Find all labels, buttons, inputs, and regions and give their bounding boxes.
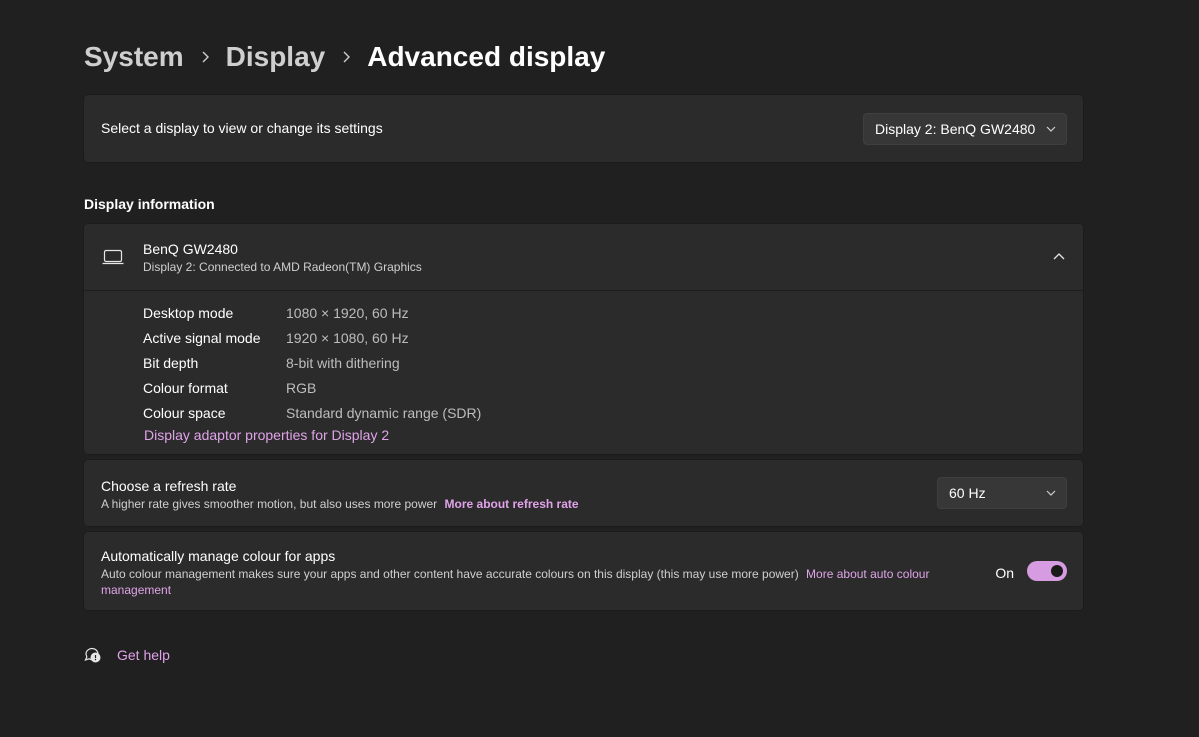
- laptop-icon: [102, 249, 124, 265]
- display-connection: Display 2: Connected to AMD Radeon(TM) G…: [143, 260, 422, 274]
- info-row-desktop-mode: Desktop mode 1080 × 1920, 60 Hz: [143, 300, 481, 325]
- auto-colour-description-text: Auto colour management makes sure your a…: [101, 567, 799, 581]
- display-information-card: BenQ GW2480 Display 2: Connected to AMD …: [84, 224, 1083, 454]
- info-row-colour-format: Colour format RGB: [143, 375, 481, 400]
- chevron-up-icon[interactable]: [1049, 247, 1069, 267]
- info-value: 1080 × 1920, 60 Hz: [286, 304, 409, 321]
- toggle-knob: [1051, 565, 1063, 577]
- refresh-rate-card: Choose a refresh rate A higher rate give…: [84, 460, 1083, 526]
- breadcrumb: System Display Advanced display: [84, 38, 605, 76]
- chevron-down-icon: [1036, 124, 1066, 134]
- display-info-list: Desktop mode 1080 × 1920, 60 Hz Active s…: [143, 300, 481, 425]
- auto-colour-card: Automatically manage colour for apps Aut…: [84, 532, 1083, 610]
- auto-colour-toggle-label: On: [995, 565, 1014, 581]
- info-value: 1920 × 1080, 60 Hz: [286, 329, 409, 346]
- display-select-card: Select a display to view or change its s…: [84, 95, 1083, 162]
- info-value: Standard dynamic range (SDR): [286, 404, 482, 421]
- breadcrumb-display[interactable]: Display: [226, 38, 326, 76]
- display-select-value: Display 2: BenQ GW2480: [875, 121, 1036, 137]
- info-value: RGB: [286, 379, 317, 396]
- info-row-bit-depth: Bit depth 8-bit with dithering: [143, 350, 481, 375]
- refresh-rate-value: 60 Hz: [949, 485, 986, 501]
- breadcrumb-system[interactable]: System: [84, 38, 184, 76]
- get-help[interactable]: Get help: [84, 646, 170, 664]
- display-adaptor-properties-link[interactable]: Display adaptor properties for Display 2: [144, 427, 389, 443]
- page-title: Advanced display: [367, 41, 606, 72]
- info-row-colour-space: Colour space Standard dynamic range (SDR…: [143, 400, 481, 425]
- display-select-dropdown[interactable]: Display 2: BenQ GW2480: [863, 113, 1067, 145]
- info-key: Colour space: [143, 404, 226, 421]
- display-information-heading: Display information: [84, 196, 215, 212]
- more-about-refresh-rate-link[interactable]: More about refresh rate: [445, 497, 579, 511]
- info-key: Desktop mode: [143, 304, 234, 321]
- info-key: Active signal mode: [143, 329, 261, 346]
- chevron-right-icon: [325, 50, 367, 64]
- refresh-rate-dropdown[interactable]: 60 Hz: [937, 477, 1067, 509]
- refresh-rate-description-text: A higher rate gives smoother motion, but…: [101, 497, 438, 511]
- display-name: BenQ GW2480: [143, 241, 238, 257]
- info-key: Colour format: [143, 379, 228, 396]
- display-information-header[interactable]: BenQ GW2480 Display 2: Connected to AMD …: [84, 224, 1083, 291]
- refresh-rate-title: Choose a refresh rate: [101, 478, 237, 494]
- chevron-right-icon: [184, 50, 226, 64]
- help-chat-icon: [84, 647, 101, 663]
- get-help-link[interactable]: Get help: [117, 647, 170, 663]
- display-select-label: Select a display to view or change its s…: [101, 120, 383, 136]
- auto-colour-description: Auto colour management makes sure your a…: [101, 566, 971, 598]
- chevron-down-icon: [1036, 488, 1066, 498]
- info-row-active-signal-mode: Active signal mode 1920 × 1080, 60 Hz: [143, 325, 481, 350]
- info-value: 8-bit with dithering: [286, 354, 400, 371]
- info-key: Bit depth: [143, 354, 199, 371]
- auto-colour-title: Automatically manage colour for apps: [101, 548, 336, 564]
- auto-colour-toggle[interactable]: [1027, 561, 1067, 581]
- refresh-rate-description: A higher rate gives smoother motion, but…: [101, 496, 579, 512]
